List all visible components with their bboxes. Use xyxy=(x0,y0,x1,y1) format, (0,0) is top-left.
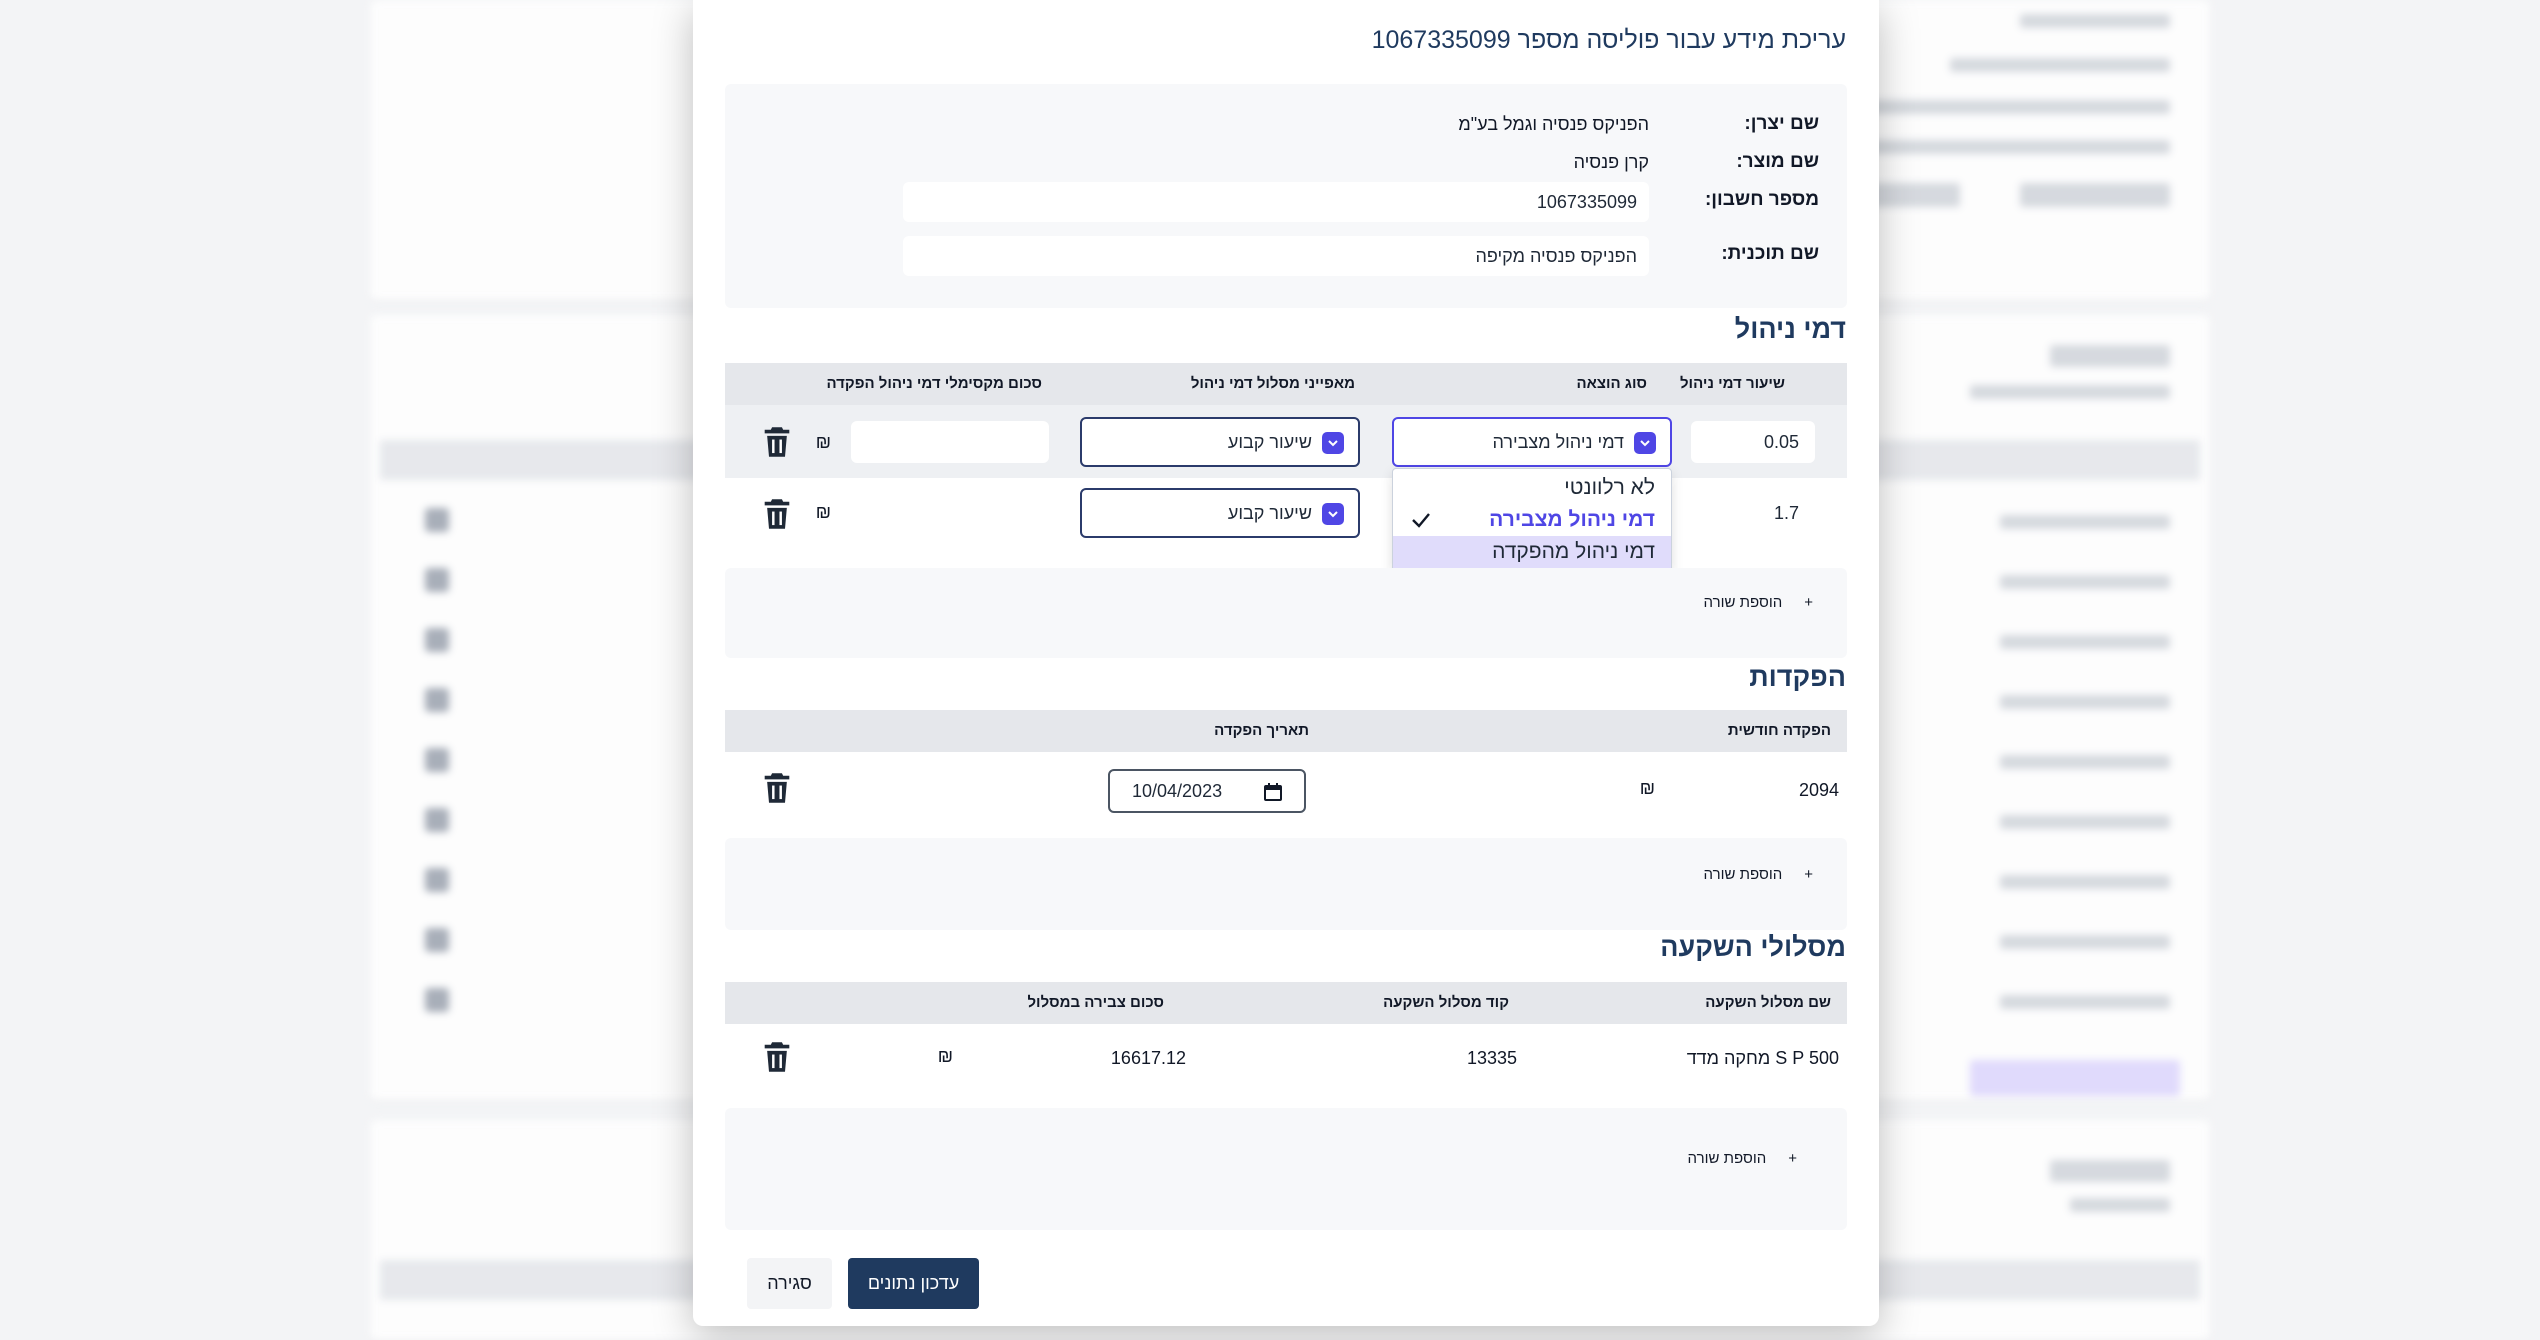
deposits-add-row-area: + הוספת שורה xyxy=(725,838,1847,930)
tracks-add-row-button[interactable]: + הוספת שורה xyxy=(1688,1150,1797,1167)
check-icon xyxy=(1412,513,1430,528)
account-number-input[interactable]: 1067335099 xyxy=(903,182,1649,222)
fees-add-row-area: + הוספת שורה xyxy=(725,568,1847,658)
track-select-1[interactable]: שיעור קבוע xyxy=(1080,417,1360,467)
track-select-2[interactable]: שיעור קבוע xyxy=(1080,488,1360,538)
dropdown-option-deposit[interactable]: דמי ניהול מהפקדה xyxy=(1393,536,1671,568)
tracks-add-row-area: + הוספת שורה xyxy=(725,1108,1847,1230)
track-code-value: 13335 xyxy=(1466,1048,1517,1068)
track-name-value: S P 500 מחקה מדד xyxy=(1686,1048,1839,1068)
currency-symbol: ₪ xyxy=(937,1046,953,1066)
tracks-section-title: מסלולי השקעה xyxy=(1660,932,1846,962)
manufacturer-label: שם יצרן: xyxy=(1744,113,1819,134)
fees-table-header: שיעור דמי ניהול סוג הוצאה מאפייני מסלול … xyxy=(725,363,1847,405)
fees-header-type: סוג הוצאה xyxy=(1576,375,1647,392)
manufacturer-row: שם יצרן: הפניקס פנסיה וגמל בע"מ xyxy=(725,104,1847,144)
calendar-icon[interactable] xyxy=(1264,783,1282,801)
account-row: מספר חשבון: 1067335099 xyxy=(725,180,1847,222)
dropdown-option-accumulation[interactable]: דמי ניהול מצבירה xyxy=(1393,504,1671,536)
tracks-header-code: קוד מסלול השקעה xyxy=(1383,994,1509,1011)
plan-row: שם תוכנית: הפניקס פנסיה מקיפה xyxy=(725,234,1847,276)
chevron-down-icon xyxy=(1322,503,1344,525)
plus-icon: + xyxy=(1788,1150,1797,1167)
manufacturer-value: הפניקס פנסיה וגמל בע"מ xyxy=(1458,113,1649,134)
product-label: שם מוצר: xyxy=(1736,151,1819,172)
tracks-add-row-label: הוספת שורה xyxy=(1687,1150,1767,1167)
delete-fee-row-1-trash-icon[interactable] xyxy=(762,426,792,458)
currency-symbol: ₪ xyxy=(1639,778,1655,798)
plus-icon: + xyxy=(1804,866,1813,883)
track-value-1: שיעור קבוע xyxy=(1227,431,1312,452)
account-label: מספר חשבון: xyxy=(1704,189,1819,210)
delete-track-row-trash-icon[interactable] xyxy=(762,1041,792,1073)
fee-rate-input-1[interactable]: 0.05 xyxy=(1691,421,1815,463)
tracks-header-amount: סכום צבירה במסלול xyxy=(1027,994,1164,1011)
plan-label: שם תוכנית: xyxy=(1721,243,1819,264)
chevron-down-icon xyxy=(1634,432,1656,454)
max-fee-input-1[interactable] xyxy=(851,421,1049,463)
deposits-header-monthly: הפקדה חודשית xyxy=(1727,722,1831,739)
expense-type-dropdown: לא רלוונטי דמי ניהול מצבירה דמי ניהול מה… xyxy=(1392,468,1672,574)
deposit-monthly-value: 2094 xyxy=(1798,780,1839,800)
plus-icon: + xyxy=(1804,594,1813,611)
track-value-2: שיעור קבוע xyxy=(1227,502,1312,523)
expense-type-select-1[interactable]: דמי ניהול מצבירה xyxy=(1392,417,1672,467)
track-amount-value: 16617.12 xyxy=(1110,1048,1186,1068)
delete-fee-row-2-trash-icon[interactable] xyxy=(762,498,792,530)
currency-symbol: ₪ xyxy=(815,502,831,522)
deposit-date-value: 10/04/2023 xyxy=(1132,780,1223,801)
deposits-section-title: הפקדות xyxy=(1749,662,1846,692)
delete-deposit-row-trash-icon[interactable] xyxy=(762,772,792,804)
deposits-header-date: תאריך הפקדה xyxy=(1214,722,1309,739)
product-row: שם מוצר: קרן פנסיה xyxy=(725,142,1847,182)
product-value: קרן פנסיה xyxy=(1573,151,1649,172)
deposits-table-header: הפקדה חודשית תאריך הפקדה xyxy=(725,710,1847,752)
chevron-down-icon xyxy=(1322,432,1344,454)
edit-policy-modal: עריכת מידע עבור פוליסה מספר 1067335099 ש… xyxy=(693,0,1879,1326)
fees-header-rate: שיעור דמי ניהול xyxy=(1679,375,1785,392)
expense-type-value-1: דמי ניהול מצבירה xyxy=(1492,431,1624,452)
fees-section-title: דמי ניהול xyxy=(1734,314,1846,344)
tracks-header-name: שם מסלול השקעה xyxy=(1705,994,1831,1011)
update-data-button[interactable]: עדכון נתונים xyxy=(848,1258,979,1309)
deposits-add-row-button[interactable]: + הוספת שורה xyxy=(1704,866,1813,883)
currency-symbol: ₪ xyxy=(815,432,831,452)
modal-title: עריכת מידע עבור פוליסה מספר 1067335099 xyxy=(1371,26,1846,54)
tracks-table-header: שם מסלול השקעה קוד מסלול השקעה סכום צביר… xyxy=(725,982,1847,1024)
dropdown-option-not-relevant[interactable]: לא רלוונטי xyxy=(1393,472,1671,504)
fee-rate-input-2[interactable]: 1.7 xyxy=(1691,492,1815,534)
plan-name-input[interactable]: הפניקס פנסיה מקיפה xyxy=(903,236,1649,276)
dropdown-option-accumulation-label: דמי ניהול מצבירה xyxy=(1489,508,1655,531)
fees-add-row-label: הוספת שורה xyxy=(1703,594,1783,611)
fees-add-row-button[interactable]: + הוספת שורה xyxy=(1704,594,1813,611)
deposits-add-row-label: הוספת שורה xyxy=(1703,866,1783,883)
policy-info-panel: שם יצרן: הפניקס פנסיה וגמל בע"מ שם מוצר:… xyxy=(725,84,1847,308)
deposit-date-input[interactable]: 10/04/2023 xyxy=(1108,769,1306,813)
close-button[interactable]: סגירה xyxy=(747,1258,832,1309)
max-fee-input-2[interactable] xyxy=(851,492,1049,534)
fees-header-track: מאפייני מסלול דמי ניהול xyxy=(1190,375,1355,392)
fees-header-max: סכום מקסימלי דמי ניהול הפקדה xyxy=(826,375,1042,392)
